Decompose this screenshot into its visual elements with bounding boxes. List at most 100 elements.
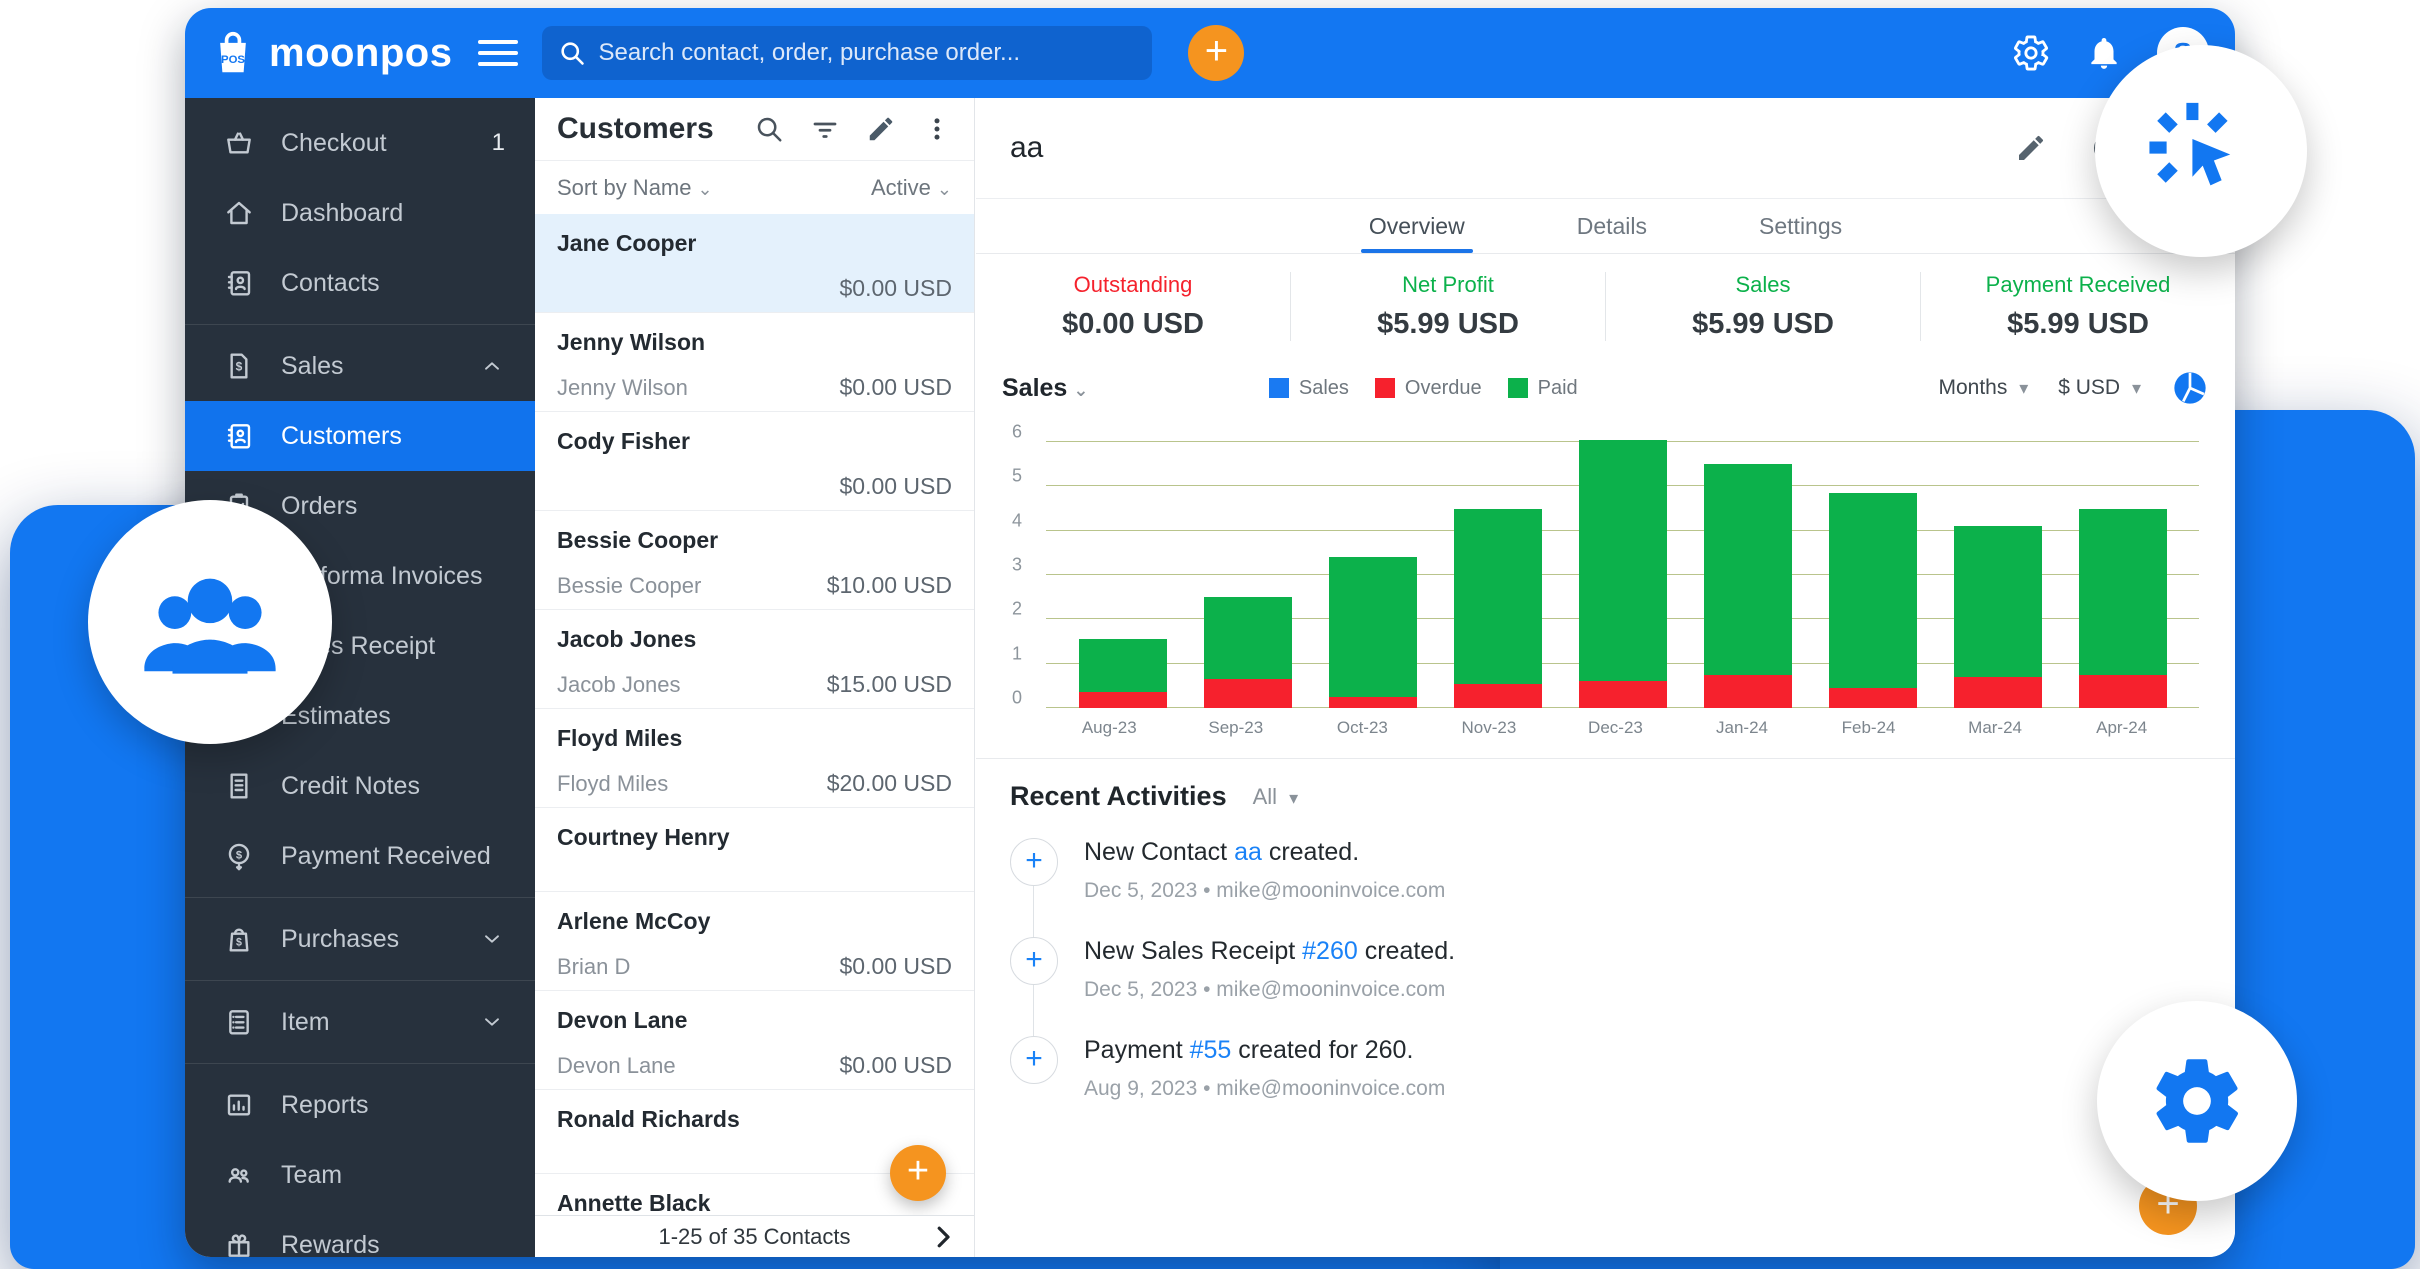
- contact-name: Jenny Wilson: [557, 329, 952, 356]
- sidebar-item-checkout[interactable]: Checkout1: [185, 108, 535, 178]
- activity-text-part: created.: [1262, 838, 1359, 866]
- global-search: [542, 26, 1152, 80]
- sidebar-item-purchases[interactable]: $Purchases: [185, 904, 535, 974]
- sidebar-item-label: Item: [281, 1008, 330, 1037]
- stat-label: Payment Received: [1921, 272, 2235, 298]
- notifications-bell-icon[interactable]: [2085, 34, 2123, 72]
- pagination-next-chevron-icon[interactable]: [928, 1222, 958, 1252]
- sidebar-item-contacts[interactable]: Contacts: [185, 248, 535, 318]
- contact-subtitle: Jenny Wilson: [557, 375, 688, 401]
- list-filter-icon[interactable]: [810, 114, 840, 144]
- x-axis-label: Feb-24: [1825, 718, 1913, 738]
- contact-row[interactable]: Arlene McCoyBrian D$0.00 USD: [535, 892, 974, 991]
- edit-contact-pencil-icon[interactable]: [2015, 132, 2047, 164]
- stat-value: $5.99 USD: [1921, 308, 2235, 341]
- bar-oct-23[interactable]: [1329, 557, 1417, 708]
- sidebar-item-rewards[interactable]: Rewards: [185, 1210, 535, 1257]
- sidebar-item-sales[interactable]: $Sales: [185, 331, 535, 401]
- contact-row[interactable]: Jenny WilsonJenny Wilson$0.00 USD: [535, 313, 974, 412]
- recent-activities-title: Recent Activities: [1010, 781, 1227, 812]
- activity-meta: Aug 9, 2023 • mike@mooninvoice.com: [1084, 1077, 1445, 1101]
- menu-hamburger-icon[interactable]: [478, 33, 518, 73]
- tab-overview[interactable]: Overview: [1361, 199, 1473, 253]
- contact-name: Annette Black: [557, 1190, 952, 1215]
- quick-add-button[interactable]: +: [1188, 25, 1244, 81]
- contact-row[interactable]: Courtney Henry: [535, 808, 974, 892]
- chart-currency-dropdown[interactable]: $ USD ▾: [2058, 376, 2141, 400]
- activity-plus-button[interactable]: +: [1010, 838, 1058, 886]
- contact-subtitle: Devon Lane: [557, 1053, 676, 1079]
- list-search-icon[interactable]: [754, 114, 784, 144]
- bar-nov-23[interactable]: [1454, 509, 1542, 708]
- bar-jan-24[interactable]: [1704, 464, 1792, 708]
- activity-link[interactable]: #55: [1190, 1036, 1232, 1064]
- activities-filter-dropdown[interactable]: All ▾: [1253, 784, 1299, 810]
- contact-row[interactable]: Jane Cooper$0.00 USD: [535, 214, 974, 313]
- paid-segment: [1204, 597, 1292, 679]
- contact-row[interactable]: Jacob JonesJacob Jones$15.00 USD: [535, 610, 974, 709]
- status-filter-dropdown[interactable]: Active⌄: [871, 175, 952, 201]
- bar-dec-23[interactable]: [1579, 440, 1667, 708]
- sidebar-item-dashboard[interactable]: Dashboard: [185, 178, 535, 248]
- settings-gear-icon[interactable]: [2011, 33, 2051, 73]
- contact-name: Floyd Miles: [557, 725, 952, 752]
- sidebar-item-item[interactable]: Item: [185, 987, 535, 1057]
- add-contact-fab[interactable]: +: [890, 1145, 946, 1201]
- tab-settings[interactable]: Settings: [1751, 199, 1850, 253]
- sidebar-item-team[interactable]: Team: [185, 1140, 535, 1210]
- bar-mar-24[interactable]: [1954, 526, 2042, 708]
- activity-text-part: Payment: [1084, 1036, 1190, 1064]
- bar-sep-23[interactable]: [1204, 597, 1292, 708]
- chart-bars-icon: [223, 1089, 255, 1121]
- activity-meta: Dec 5, 2023 • mike@mooninvoice.com: [1084, 978, 1455, 1002]
- bar-aug-23[interactable]: [1079, 639, 1167, 708]
- file-lines-icon: [223, 770, 255, 802]
- contact-subtitle: Floyd Miles: [557, 771, 668, 797]
- stat-label: Net Profit: [1291, 272, 1605, 298]
- pie-chart-toggle-icon[interactable]: [2171, 369, 2209, 407]
- activity-link[interactable]: #260: [1302, 937, 1358, 965]
- search-input[interactable]: [598, 39, 1136, 67]
- paid-segment: [2079, 509, 2167, 675]
- sidebar-item-reports[interactable]: Reports: [185, 1070, 535, 1140]
- home-icon: [223, 197, 255, 229]
- activity-link[interactable]: aa: [1234, 838, 1262, 866]
- x-axis-label: Dec-23: [1571, 718, 1659, 738]
- list-edit-pencil-icon[interactable]: [866, 114, 896, 144]
- stat-value: $5.99 USD: [1606, 308, 1920, 341]
- contact-row[interactable]: Devon LaneDevon Lane$0.00 USD: [535, 991, 974, 1090]
- chart-period-dropdown[interactable]: Months ▾: [1938, 376, 2028, 400]
- activity-text-part: New Sales Receipt: [1084, 937, 1302, 965]
- bar-apr-24[interactable]: [2079, 509, 2167, 709]
- contact-row[interactable]: Floyd MilesFloyd Miles$20.00 USD: [535, 709, 974, 808]
- sidebar-item-label: Reports: [281, 1091, 369, 1120]
- activity-plus-button[interactable]: +: [1010, 937, 1058, 985]
- sort-dropdown[interactable]: Sort by Name⌄: [557, 175, 713, 201]
- contact-name: Jacob Jones: [557, 626, 952, 653]
- gift-icon: [223, 1229, 255, 1257]
- logo-bag-icon: POS: [211, 28, 255, 78]
- sidebar-item-credit-notes[interactable]: Credit Notes: [185, 751, 535, 821]
- y-axis-tick: 6: [1012, 422, 1022, 443]
- overdue-segment: [1704, 675, 1792, 708]
- bars-container: [1046, 432, 2199, 708]
- tab-details[interactable]: Details: [1569, 199, 1655, 253]
- sidebar-item-payment-received[interactable]: $Payment Received: [185, 821, 535, 891]
- contact-name: Courtney Henry: [557, 824, 952, 851]
- stat-label: Outstanding: [976, 272, 1290, 298]
- activity-item: +Payment #55 created for 260.Aug 9, 2023…: [1010, 1036, 2201, 1101]
- overdue-segment: [1954, 677, 2042, 708]
- svg-text:$: $: [236, 360, 243, 374]
- legend-item-sales: Sales: [1269, 377, 1349, 400]
- sidebar-item-customers[interactable]: Customers: [185, 401, 535, 471]
- pagination-text: 1-25 of 35 Contacts: [658, 1224, 850, 1250]
- list-kebab-menu-icon[interactable]: [922, 114, 952, 144]
- activity-item: +New Sales Receipt #260 created.Dec 5, 2…: [1010, 937, 2201, 1002]
- contact-name: Arlene McCoy: [557, 908, 952, 935]
- activity-plus-button[interactable]: +: [1010, 1036, 1058, 1084]
- contact-row[interactable]: Bessie CooperBessie Cooper$10.00 USD: [535, 511, 974, 610]
- bar-chart-plot: 0123456: [1046, 432, 2199, 708]
- bar-feb-24[interactable]: [1829, 493, 1917, 708]
- chart-series-dropdown[interactable]: Sales⌄: [1002, 374, 1088, 403]
- contact-row[interactable]: Cody Fisher$0.00 USD: [535, 412, 974, 511]
